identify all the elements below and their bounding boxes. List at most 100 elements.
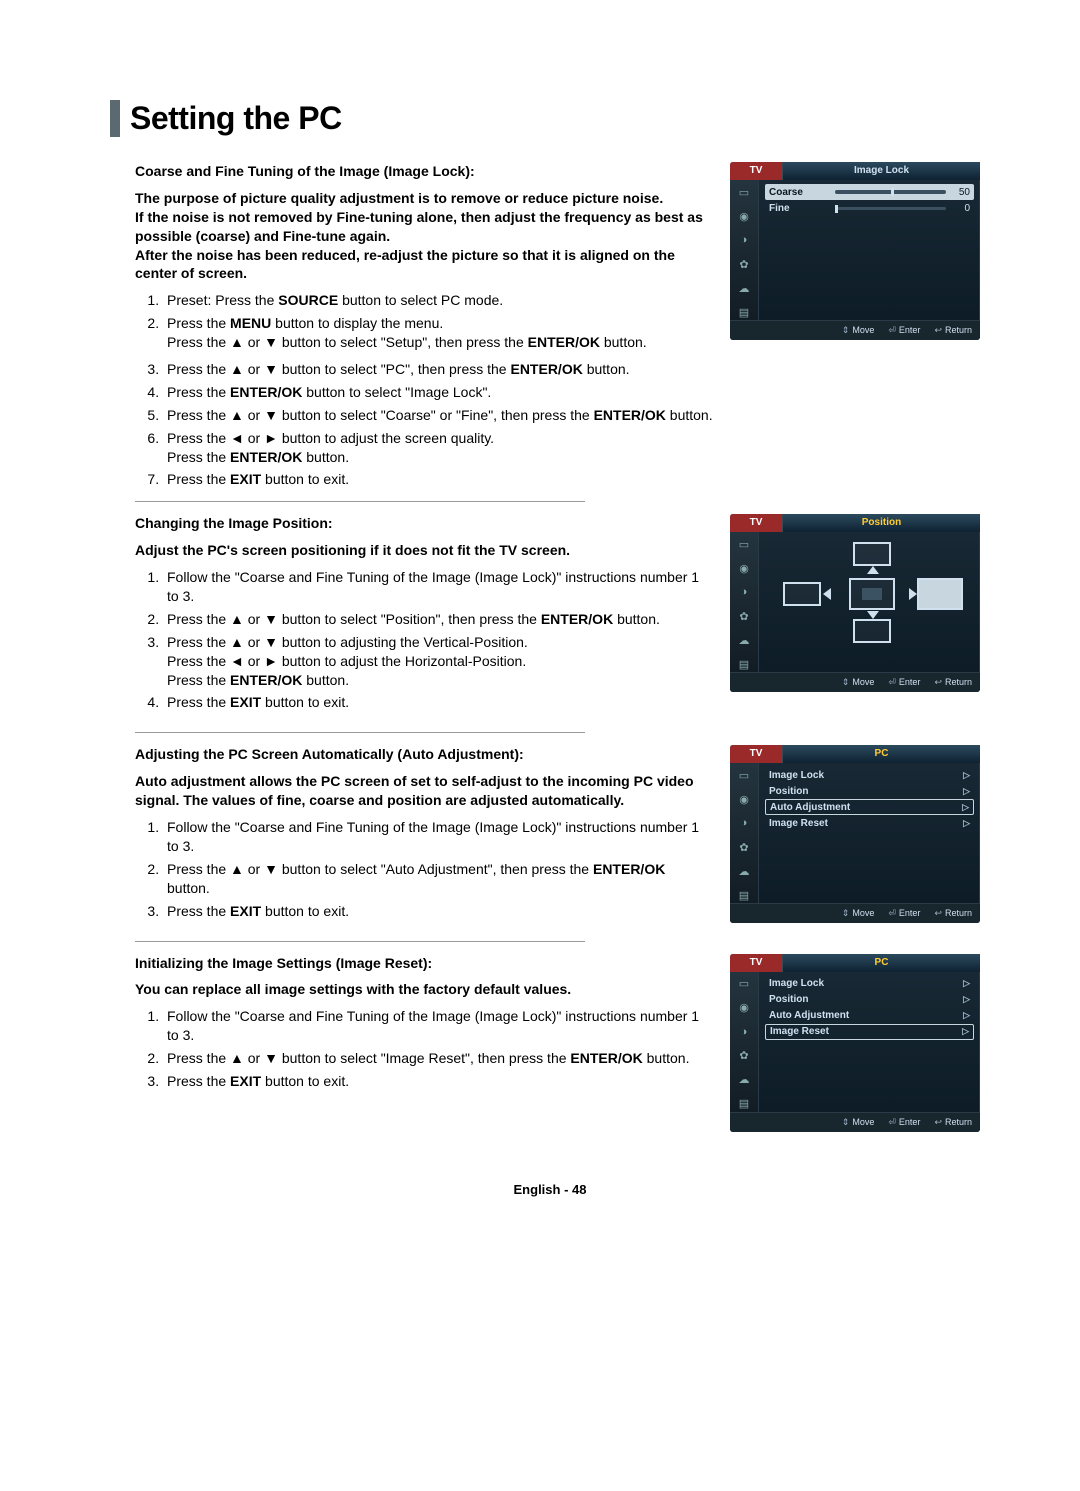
picture-icon: ▭ (735, 184, 753, 200)
position-diagram (775, 540, 965, 645)
osd-footer: Move Enter Return (730, 672, 980, 692)
osd-footer: Move Enter Return (730, 320, 980, 340)
picture-icon: ▭ (735, 976, 753, 992)
chevron-right-icon: ▷ (962, 802, 969, 813)
section-a-intro: The purpose of picture quality adjustmen… (135, 189, 710, 283)
move-hint: Move (842, 325, 875, 336)
section-d-steps: Follow the "Coarse and Fine Tuning of th… (135, 1007, 710, 1091)
guide-icon: ▤ (735, 656, 753, 672)
section-d-heading: Initializing the Image Settings (Image R… (135, 954, 710, 973)
guide-icon: ▤ (735, 887, 753, 903)
osd-icon-strip: ▭ ◉ ◑ ✿ ☁ ▤ (730, 763, 759, 903)
page-number: English - 48 (110, 1182, 990, 1197)
chevron-right-icon: ▷ (963, 786, 970, 797)
osd-pc-auto: TV PC ▭ ◉ ◑ ✿ ☁ ▤ Image Lock▷ Position▷ (730, 745, 980, 923)
step: Press the MENU button to display the men… (163, 314, 710, 352)
sound-icon: ◉ (735, 1000, 753, 1016)
pos-down-box (853, 619, 891, 643)
channel-icon: ◑ (735, 815, 753, 831)
return-hint: Return (934, 677, 972, 688)
arrow-right-icon (909, 588, 917, 600)
osd-row-coarse: Coarse 50 (765, 184, 974, 200)
pos-left-box (783, 582, 821, 606)
osd-item-auto-adjustment: Auto Adjustment▷ (765, 1008, 974, 1024)
step: Press the ENTER/OK button to select "Ima… (163, 383, 990, 402)
step: Preset: Press the SOURCE button to selec… (163, 291, 710, 310)
step: Press the ▲ or ▼ button to select "Posit… (163, 610, 710, 629)
osd-item-image-reset: Image Reset▷ (765, 1024, 974, 1040)
osd-footer: Move Enter Return (730, 1112, 980, 1132)
input-icon: ☁ (735, 863, 753, 879)
slider-icon (835, 190, 946, 194)
osd-item-auto-adjustment: Auto Adjustment▷ (765, 799, 974, 815)
arrow-left-icon (823, 588, 831, 600)
pos-up-box (853, 542, 891, 566)
chevron-right-icon: ▷ (963, 818, 970, 829)
picture-icon: ▭ (735, 767, 753, 783)
step: Press the EXIT button to exit. (163, 693, 710, 712)
osd-item-image-lock: Image Lock▷ (765, 976, 974, 992)
osd-tv-badge: TV (730, 954, 782, 972)
slider-icon (835, 207, 946, 210)
sound-icon: ◉ (735, 560, 753, 576)
osd-item-image-reset: Image Reset▷ (765, 815, 974, 831)
pos-center-box (849, 578, 895, 610)
guide-icon: ▤ (735, 1096, 753, 1112)
enter-hint: Enter (888, 325, 920, 336)
section-b-steps: Follow the "Coarse and Fine Tuning of th… (135, 568, 710, 712)
enter-hint: Enter (888, 908, 920, 919)
move-hint: Move (842, 908, 875, 919)
section-d-intro: You can replace all image settings with … (135, 980, 710, 999)
osd-footer: Move Enter Return (730, 903, 980, 923)
divider (135, 732, 585, 733)
input-icon: ☁ (735, 280, 753, 296)
section-b-intro: Adjust the PC's screen positioning if it… (135, 541, 710, 560)
return-hint: Return (934, 325, 972, 336)
enter-hint: Enter (888, 1117, 920, 1128)
osd-tv-badge: TV (730, 514, 782, 532)
section-c-heading: Adjusting the PC Screen Automatically (A… (135, 745, 710, 764)
chevron-right-icon: ▷ (963, 770, 970, 781)
input-icon: ☁ (735, 1072, 753, 1088)
chevron-right-icon: ▷ (962, 1026, 969, 1037)
setup-icon: ✿ (735, 256, 753, 272)
guide-icon: ▤ (735, 304, 753, 320)
pos-right-box (917, 578, 963, 610)
osd-icon-strip: ▭ ◉ ◑ ✿ ☁ ▤ (730, 532, 759, 672)
step: Press the ▲ or ▼ button to select "Coars… (163, 406, 990, 425)
section-b-heading: Changing the Image Position: (135, 514, 710, 533)
osd-row-fine: Fine 0 (765, 200, 974, 216)
return-hint: Return (934, 908, 972, 919)
osd-tv-badge: TV (730, 745, 782, 763)
osd-title: PC (782, 954, 980, 972)
osd-position: TV Position ▭ ◉ ◑ ✿ ☁ ▤ (730, 514, 980, 692)
move-hint: Move (842, 1117, 875, 1128)
page-title-bar: Setting the PC (110, 100, 990, 137)
setup-icon: ✿ (735, 1048, 753, 1064)
chevron-right-icon: ▷ (963, 994, 970, 1005)
osd-item-image-lock: Image Lock▷ (765, 767, 974, 783)
osd-item-position: Position▷ (765, 992, 974, 1008)
arrow-up-icon (867, 566, 879, 574)
divider (135, 941, 585, 942)
move-hint: Move (842, 677, 875, 688)
enter-hint: Enter (888, 677, 920, 688)
chevron-right-icon: ▷ (963, 1010, 970, 1021)
step: Follow the "Coarse and Fine Tuning of th… (163, 1007, 710, 1045)
page-title: Setting the PC (130, 100, 990, 137)
step: Press the ▲ or ▼ button to select "Image… (163, 1049, 710, 1068)
osd-image-lock: TV Image Lock ▭ ◉ ◑ ✿ ☁ ▤ Coarse (730, 162, 980, 340)
picture-icon: ▭ (735, 536, 753, 552)
chevron-right-icon: ▷ (963, 978, 970, 989)
osd-title: Position (782, 514, 980, 532)
channel-icon: ◑ (735, 584, 753, 600)
osd-icon-strip: ▭ ◉ ◑ ✿ ☁ ▤ (730, 972, 759, 1112)
osd-tv-badge: TV (730, 162, 782, 180)
channel-icon: ◑ (735, 1024, 753, 1040)
step: Press the ▲ or ▼ button to select "Auto … (163, 860, 710, 898)
osd-title: PC (782, 745, 980, 763)
section-c-steps: Follow the "Coarse and Fine Tuning of th… (135, 818, 710, 920)
section-a-steps-cont: Press the ▲ or ▼ button to select "PC", … (135, 360, 990, 489)
input-icon: ☁ (735, 632, 753, 648)
osd-item-position: Position▷ (765, 783, 974, 799)
